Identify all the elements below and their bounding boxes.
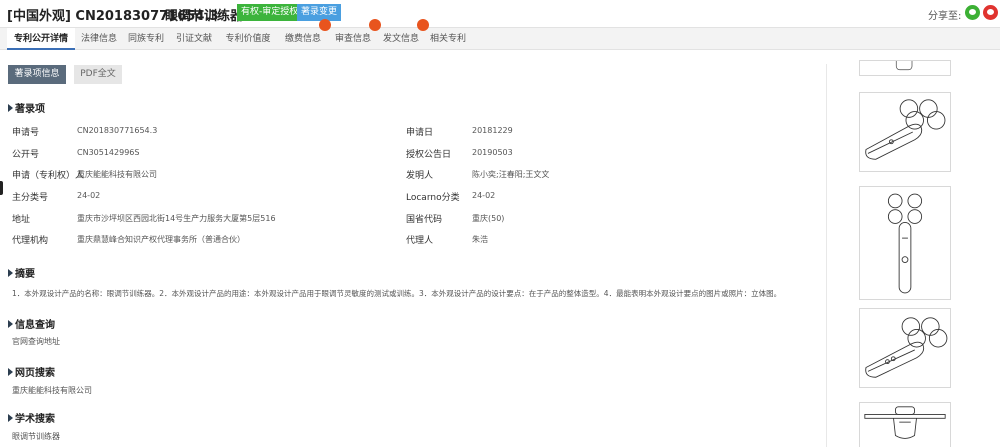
tab-fee[interactable]: 缴费信息: [282, 19, 331, 50]
caret-right-icon: [8, 320, 13, 328]
locarno-label: Locarno分类: [406, 193, 460, 203]
change-badge[interactable]: 著录变更: [297, 4, 342, 21]
address-label: 地址: [12, 215, 31, 225]
province-label: 国省代码: [406, 215, 443, 225]
agent-value: 朱浩: [472, 235, 488, 244]
wechat-icon[interactable]: [965, 5, 980, 20]
section-biblio-heading: 著录项: [8, 100, 45, 115]
drawing-gallery: [826, 60, 998, 447]
agent-label: 代理人: [406, 236, 434, 246]
caret-right-icon: [8, 368, 13, 376]
biblio-button[interactable]: 著录项信息: [8, 65, 66, 84]
share-label: 分享至:: [928, 11, 962, 22]
new-flag-icon: [319, 19, 331, 31]
applicant-value: 重庆能能科技有限公司: [77, 170, 157, 179]
tab-fee-label: 缴费信息: [284, 34, 321, 44]
tab-citation[interactable]: 引证文献: [172, 28, 216, 50]
address-value: 重庆市沙坪坝区西园北街14号生产力服务大厦第5层516: [77, 214, 276, 223]
weibo-icon[interactable]: [983, 5, 998, 20]
abstract-text: 1．本外观设计产品的名称：眼调节训练器。2．本外观设计产品的用途：本外观设计产品…: [12, 289, 782, 298]
tab-exam-label: 审查信息: [334, 34, 371, 44]
web-search-link[interactable]: 重庆能能科技有限公司: [12, 385, 92, 396]
section-info-label: 信息查询: [15, 320, 55, 331]
tab-legal[interactable]: 法律信息: [78, 28, 120, 50]
scroll-handle[interactable]: [0, 181, 3, 195]
pdf-button[interactable]: PDF全文: [74, 65, 122, 84]
tab-family[interactable]: 同族专利: [125, 28, 167, 50]
main-class-value: 24-02: [77, 191, 101, 200]
applicant-label: 申请（专利权）人: [12, 171, 85, 181]
section-web-label: 网页搜索: [15, 368, 55, 379]
caret-right-icon: [8, 104, 13, 112]
caret-right-icon: [8, 414, 13, 422]
section-web-heading: 网页搜索: [8, 364, 55, 379]
tab-bar: 专利公开详情 法律信息 同族专利 引证文献 专利价值度 缴费信息 审查信息 发文…: [0, 19, 1000, 50]
caret-right-icon: [8, 269, 13, 277]
province-value: 重庆(50): [472, 214, 505, 223]
app-date-label: 申请日: [406, 128, 434, 138]
main-class-label: 主分类号: [12, 193, 49, 203]
section-abstract-heading: 摘要: [8, 265, 35, 280]
section-abstract-label: 摘要: [15, 269, 35, 280]
official-query-link[interactable]: 官网查询地址: [12, 336, 60, 347]
grant-date-label: 授权公告日: [406, 150, 452, 160]
inventor-value: 陈小奕;汪春阳;王文文: [472, 170, 550, 179]
tab-value[interactable]: 专利价值度: [222, 28, 274, 50]
tab-notice-label: 发文信息: [382, 34, 419, 44]
app-no-value: CN201830771654.3: [77, 126, 158, 135]
section-academic-heading: 学术搜索: [8, 410, 55, 425]
header-bar: [中国外观] CN201830771654.3 眼调节训练器 有权-审定授权 著…: [0, 0, 1000, 27]
section-biblio-label: 著录项: [15, 104, 45, 115]
agency-label: 代理机构: [12, 236, 49, 246]
academic-search-link[interactable]: 眼调节训练器: [12, 431, 60, 442]
section-info-heading: 信息查询: [8, 316, 55, 331]
section-academic-label: 学术搜索: [15, 414, 55, 425]
app-no-label: 申请号: [12, 128, 40, 138]
drawing-thumbnail-1[interactable]: [859, 60, 951, 76]
pub-no-value: CN305142996S: [77, 148, 140, 157]
drawing-thumbnail-3[interactable]: [859, 186, 951, 300]
drawing-thumbnail-5[interactable]: [859, 402, 951, 447]
pub-no-label: 公开号: [12, 150, 40, 160]
drawing-thumbnail-2[interactable]: [859, 92, 951, 172]
status-badge: 有权-审定授权: [237, 4, 303, 21]
tab-notice[interactable]: 发文信息: [380, 19, 429, 50]
inventor-label: 发明人: [406, 171, 434, 181]
agency-value: 重庆鼎慧峰合知识产权代理事务所（普通合伙）: [77, 235, 245, 244]
tab-exam[interactable]: 审查信息: [332, 19, 381, 50]
patent-name: 眼调节训练器: [165, 9, 244, 24]
app-date-value: 20181229: [472, 126, 513, 135]
drawing-thumbnail-4[interactable]: [859, 308, 951, 388]
tab-related[interactable]: 相关专利: [427, 28, 469, 50]
grant-date-value: 20190503: [472, 148, 513, 157]
locarno-value: 24-02: [472, 191, 496, 200]
tab-detail[interactable]: 专利公开详情: [7, 28, 75, 50]
